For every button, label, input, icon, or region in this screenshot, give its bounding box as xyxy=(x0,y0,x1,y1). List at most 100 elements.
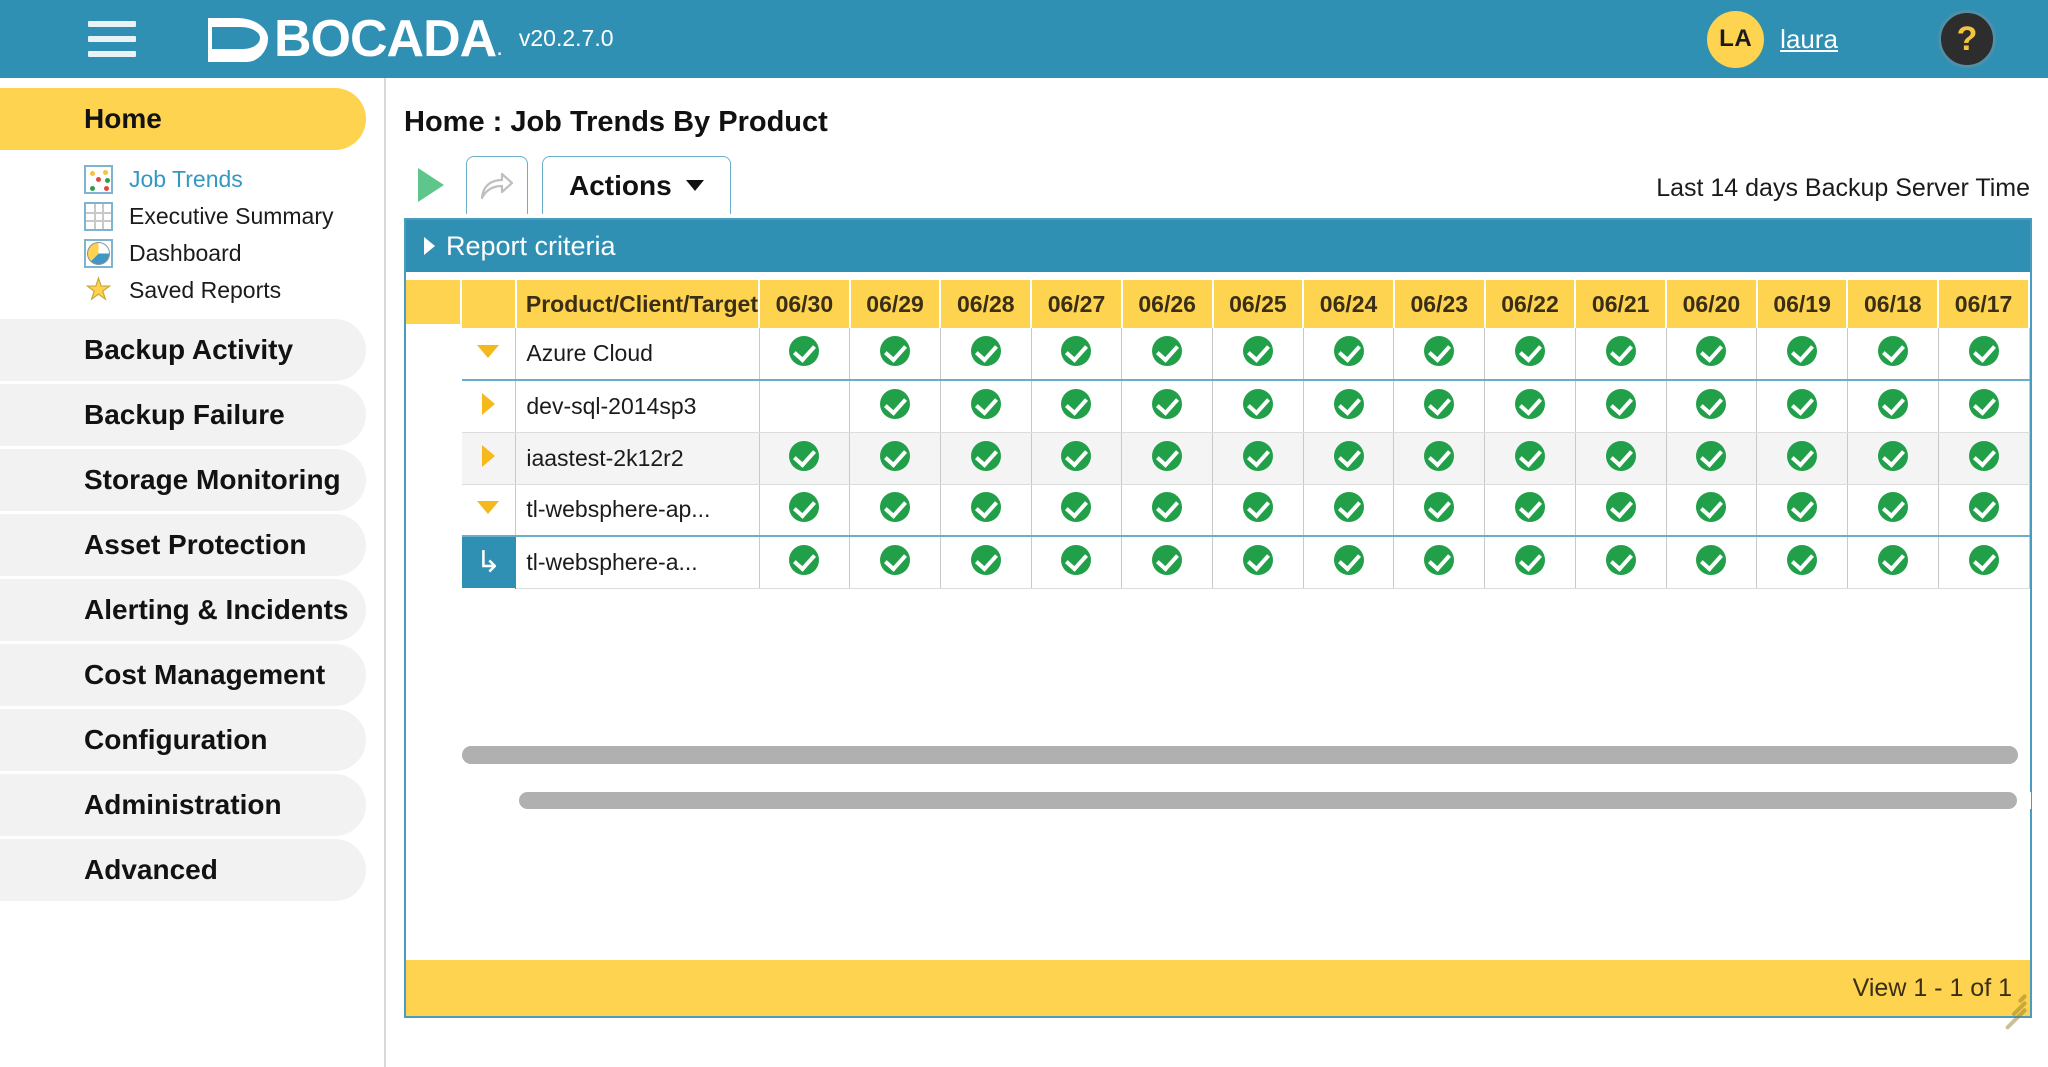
header-date-column[interactable]: 06/18 xyxy=(1847,280,1940,328)
status-cell[interactable] xyxy=(849,535,941,589)
status-cell[interactable] xyxy=(940,379,1032,433)
header-date-column[interactable]: 06/17 xyxy=(1938,280,2030,328)
status-cell[interactable] xyxy=(1303,484,1395,537)
table-row[interactable]: ↳ dev-sql-2014sp3 xyxy=(406,379,2030,588)
status-cell[interactable] xyxy=(1121,328,1214,381)
status-cell[interactable] xyxy=(759,432,851,485)
status-cell[interactable] xyxy=(1031,535,1123,589)
header-date-column[interactable]: 06/20 xyxy=(1666,280,1758,328)
hamburger-menu-icon[interactable] xyxy=(88,21,136,57)
status-cell[interactable] xyxy=(940,484,1032,537)
sidebar-item-backup-activity[interactable]: Backup Activity xyxy=(0,319,366,381)
status-cell[interactable] xyxy=(1393,328,1486,381)
status-cell[interactable] xyxy=(1666,535,1758,589)
run-report-button[interactable] xyxy=(404,156,458,214)
status-cell[interactable] xyxy=(1938,535,2030,589)
help-icon[interactable]: ? xyxy=(1938,10,1996,68)
status-cell[interactable] xyxy=(1575,432,1667,485)
status-cell[interactable] xyxy=(1575,535,1667,589)
status-cell[interactable] xyxy=(1847,484,1939,537)
status-cell[interactable] xyxy=(849,484,941,537)
sidebar-item-advanced[interactable]: Advanced xyxy=(0,839,366,901)
status-cell[interactable] xyxy=(1575,328,1667,381)
status-cell[interactable] xyxy=(759,484,851,537)
status-cell[interactable] xyxy=(1575,484,1667,537)
share-button[interactable] xyxy=(466,156,528,214)
status-cell[interactable] xyxy=(1847,535,1939,589)
row-expand-toggle[interactable] xyxy=(460,432,517,485)
row-expand-toggle[interactable] xyxy=(460,484,517,537)
avatar[interactable]: LA xyxy=(1707,10,1765,68)
resize-grip-icon[interactable] xyxy=(1992,984,2028,1031)
status-cell[interactable] xyxy=(1393,535,1486,589)
table-row[interactable]: iaastest-2k12r2 xyxy=(406,432,2030,485)
status-cell[interactable] xyxy=(1393,432,1486,485)
status-cell[interactable] xyxy=(1847,379,1939,433)
header-date-column[interactable]: 06/28 xyxy=(940,280,1033,328)
header-date-column[interactable]: 06/25 xyxy=(1212,280,1305,328)
header-date-column[interactable]: 06/22 xyxy=(1484,280,1577,328)
status-cell[interactable] xyxy=(1938,379,2030,433)
sidebar-item-home[interactable]: Home xyxy=(0,88,366,150)
status-cell[interactable] xyxy=(1303,535,1395,589)
status-cell[interactable] xyxy=(1756,328,1848,381)
status-cell[interactable] xyxy=(1121,484,1214,537)
status-cell[interactable] xyxy=(1121,432,1214,485)
header-date-column[interactable]: 06/21 xyxy=(1575,280,1668,328)
status-cell[interactable] xyxy=(759,379,851,433)
status-cell[interactable] xyxy=(940,535,1032,589)
status-cell[interactable] xyxy=(1212,535,1304,589)
status-cell[interactable] xyxy=(1212,432,1304,485)
sidebar-item-configuration[interactable]: Configuration xyxy=(0,709,366,771)
status-cell[interactable] xyxy=(1847,328,1939,381)
status-cell[interactable] xyxy=(1938,484,2030,537)
status-cell[interactable] xyxy=(1303,432,1395,485)
status-cell[interactable] xyxy=(1212,328,1304,381)
status-cell[interactable] xyxy=(1666,432,1758,485)
header-date-column[interactable]: 06/29 xyxy=(849,280,942,328)
header-date-column[interactable]: 06/19 xyxy=(1756,280,1849,328)
status-cell[interactable] xyxy=(1303,379,1395,433)
status-cell[interactable] xyxy=(1666,484,1758,537)
table-row[interactable]: Azure Cloud xyxy=(406,328,2030,381)
table-row[interactable]: ↳ tl-websphere-a... xyxy=(406,535,2030,589)
status-cell[interactable] xyxy=(1484,484,1576,537)
status-cell[interactable] xyxy=(1847,432,1939,485)
status-cell[interactable] xyxy=(849,328,941,381)
status-cell[interactable] xyxy=(1666,328,1758,381)
row-expand-toggle[interactable] xyxy=(460,379,517,433)
report-criteria-toggle[interactable]: Report criteria xyxy=(406,220,2030,272)
outer-horizontal-scrollbar[interactable] xyxy=(462,746,2030,764)
sidebar-item-backup-failure[interactable]: Backup Failure xyxy=(0,384,366,446)
row-expand-toggle[interactable] xyxy=(460,328,517,381)
sidebar-item-executive-summary[interactable]: Executive Summary xyxy=(0,198,384,235)
status-cell[interactable] xyxy=(1484,432,1576,485)
status-cell[interactable] xyxy=(940,432,1032,485)
inner-horizontal-scrollbar[interactable] xyxy=(519,792,2031,809)
sidebar-item-administration[interactable]: Administration xyxy=(0,774,366,836)
status-cell[interactable] xyxy=(1484,379,1576,433)
header-date-column[interactable]: 06/30 xyxy=(759,280,851,328)
status-cell[interactable] xyxy=(1756,432,1848,485)
status-cell[interactable] xyxy=(1031,484,1123,537)
status-cell[interactable] xyxy=(1212,484,1304,537)
status-cell[interactable] xyxy=(1393,484,1486,537)
status-cell[interactable] xyxy=(1031,379,1123,433)
header-date-column[interactable]: 06/26 xyxy=(1121,280,1214,328)
status-cell[interactable] xyxy=(1303,328,1395,381)
status-cell[interactable] xyxy=(1756,535,1848,589)
status-cell[interactable] xyxy=(1484,535,1576,589)
header-date-column[interactable]: 06/24 xyxy=(1303,280,1395,328)
sidebar-item-saved-reports[interactable]: ★ Saved Reports xyxy=(0,272,384,309)
sidebar-item-alerting-incidents[interactable]: Alerting & Incidents xyxy=(0,579,366,641)
status-cell[interactable] xyxy=(1938,432,2030,485)
scrollbar-thumb[interactable] xyxy=(462,746,2018,764)
status-cell[interactable] xyxy=(849,379,941,433)
sidebar-item-asset-protection[interactable]: Asset Protection xyxy=(0,514,366,576)
username-link[interactable]: laura xyxy=(1780,24,1838,55)
status-cell[interactable] xyxy=(1121,535,1214,589)
status-cell[interactable] xyxy=(940,328,1032,381)
status-cell[interactable] xyxy=(1121,379,1214,433)
sidebar-item-job-trends[interactable]: Job Trends xyxy=(0,161,384,198)
status-cell[interactable] xyxy=(1756,379,1848,433)
